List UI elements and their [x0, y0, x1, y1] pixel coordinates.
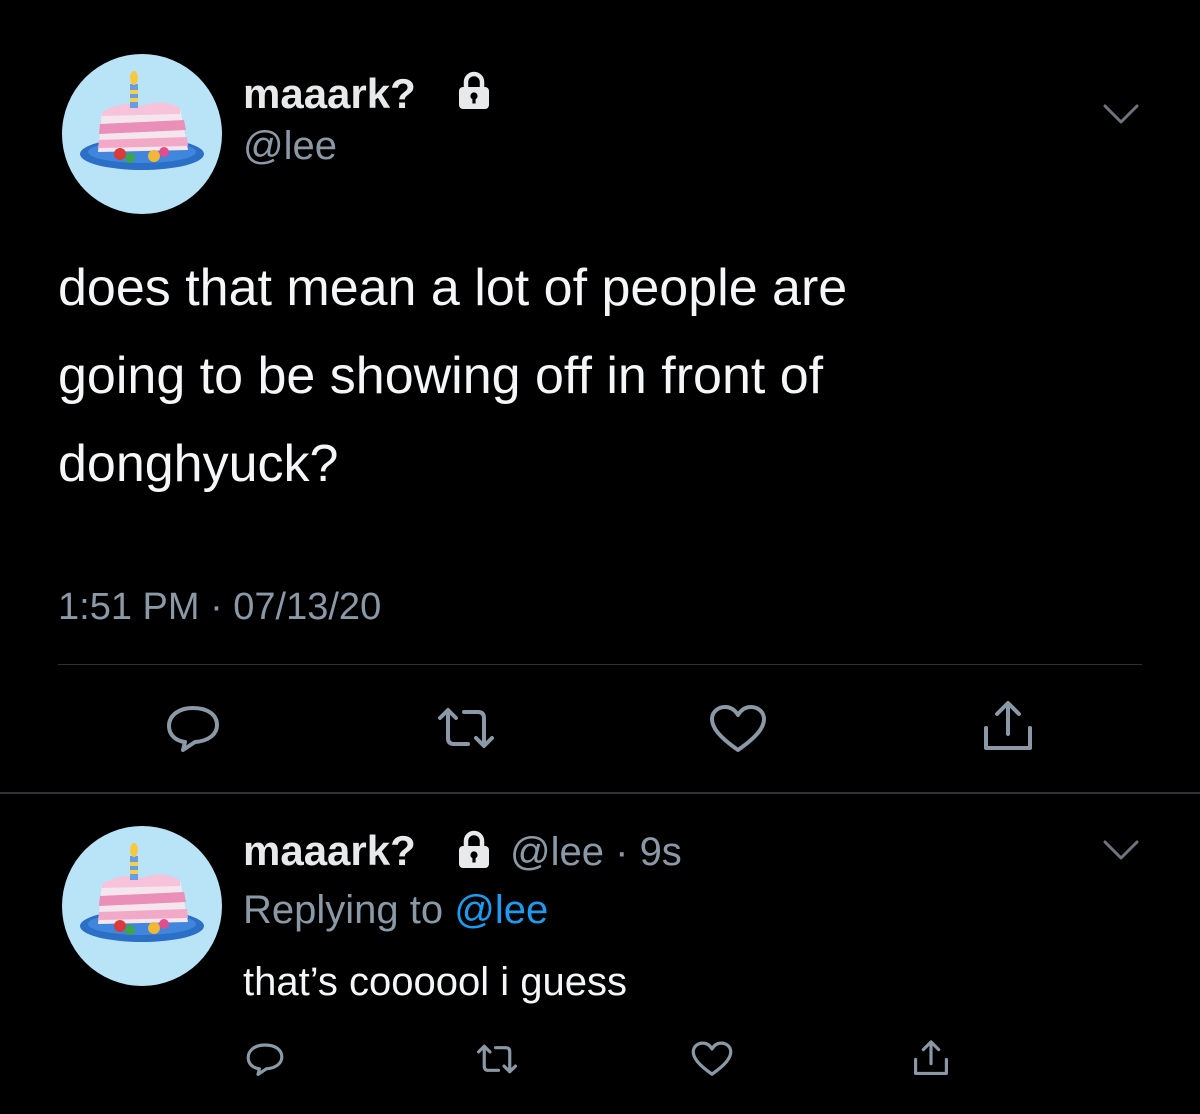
share-icon [914, 1040, 948, 1075]
tweet-text: does that mean a lot of people are going… [58, 244, 847, 508]
share-icon [984, 701, 1032, 750]
display-name[interactable]: maaark? [243, 73, 416, 115]
reply-display-name[interactable]: maaark? [243, 830, 416, 872]
retweet-button[interactable] [434, 704, 498, 752]
tweet-text-line: donghyuck? [58, 435, 339, 493]
share-button[interactable] [978, 698, 1038, 754]
retweet-icon [438, 708, 494, 748]
like-button[interactable] [690, 1041, 734, 1077]
lock-icon [455, 70, 493, 110]
tweet-separator [0, 792, 1200, 794]
share-button[interactable] [910, 1038, 952, 1078]
handle[interactable]: @lee [243, 126, 337, 166]
chevron-down-icon[interactable] [1102, 102, 1140, 126]
replying-mention-link[interactable]: @lee [454, 888, 548, 932]
like-icon [710, 705, 766, 752]
birthday-cake-avatar-icon [80, 71, 204, 170]
retweet-icon [476, 1044, 518, 1074]
tweet-text-line: going to be showing off in front of [58, 347, 824, 405]
lock-icon [455, 829, 493, 869]
reply-avatar[interactable] [62, 826, 222, 986]
like-button[interactable] [708, 704, 768, 754]
replying-prefix: Replying to [243, 888, 444, 932]
chevron-down-icon[interactable] [1102, 838, 1140, 862]
replying-to: Replying to @lee [243, 890, 548, 930]
reply-age: 9s [639, 830, 682, 874]
reply-handle[interactable]: @lee [510, 830, 604, 874]
avatar[interactable] [62, 54, 222, 214]
reply-text: that’s coooool i guess [243, 960, 627, 1004]
birthday-cake-avatar-icon [80, 843, 204, 942]
divider [58, 664, 1142, 665]
reply-button[interactable] [163, 702, 223, 754]
reply-handle-age[interactable]: @lee · 9s [510, 832, 682, 872]
reply-icon [167, 706, 219, 752]
separator-dot: · [615, 830, 629, 874]
reply-icon [246, 1043, 284, 1076]
timestamp[interactable]: 1:51 PM · 07/13/20 [58, 588, 381, 626]
like-icon [691, 1041, 733, 1076]
tweet-text-line: does that mean a lot of people are [58, 259, 848, 317]
retweet-button[interactable] [474, 1042, 520, 1076]
reply-button[interactable] [244, 1040, 286, 1078]
